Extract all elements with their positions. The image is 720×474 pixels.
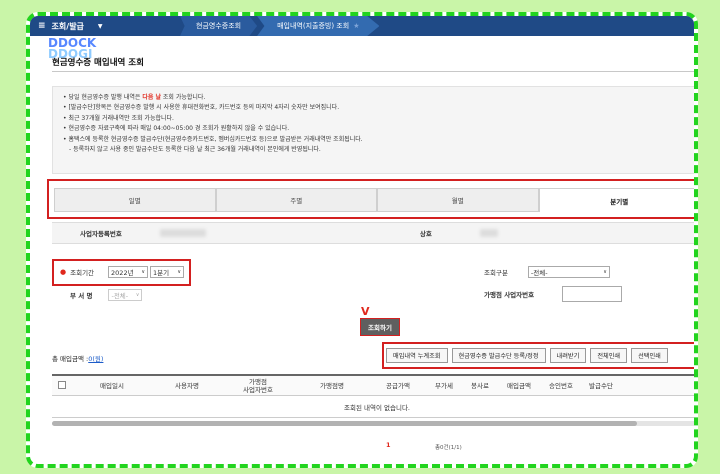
select-all-checkbox[interactable] bbox=[58, 380, 66, 389]
company-value bbox=[479, 229, 498, 237]
cumulative-query-button[interactable]: 매입내역 누계조회 bbox=[386, 348, 448, 363]
table-header: 매입일시 사용자명 가맹점 사업자번호 가맹점명 공급가액 부가세 봉사료 매입금액 승인번호 발… bbox=[52, 374, 694, 396]
required-icon: ● bbox=[60, 268, 67, 276]
search-button[interactable]: 조회하기 bbox=[360, 318, 400, 336]
chevron-down-icon: ∨ bbox=[603, 269, 607, 275]
column-header: 매입일시 bbox=[100, 381, 124, 390]
year-select[interactable]: 2022년 ∨ bbox=[108, 266, 149, 278]
breadcrumb-label: 현금영수증조회 bbox=[196, 22, 242, 30]
annotation-mark: V bbox=[361, 305, 370, 318]
page-total: 총0건(1/1) bbox=[435, 445, 462, 451]
biz-no-label: 사업자등록번호 bbox=[80, 230, 122, 238]
notice-item: • 홈택스에 등록한 현금영수증 발급수단(현금영수증카드번호, 멤버십카드번호… bbox=[63, 135, 363, 143]
hamburger-icon[interactable]: ≡ bbox=[38, 21, 46, 31]
tab-daily[interactable]: 일별 bbox=[54, 188, 216, 212]
notice-item: • 현금영수증 자료구축에 따라 매일 04:00~05:00 경 조회가 원활… bbox=[63, 125, 290, 133]
notice-item: • 당일 현금영수증 발행 내역은 다음 날 조회 가능합니다. bbox=[63, 94, 206, 101]
type-select[interactable]: -전체- ∨ bbox=[527, 266, 610, 278]
total-amount-label: 총 매입금액 : bbox=[52, 355, 89, 363]
title-divider bbox=[52, 71, 694, 72]
download-button[interactable]: 내려받기 bbox=[549, 348, 587, 363]
column-header: 가맹점 사업자번호 bbox=[243, 377, 273, 394]
notice-item: - 등록하지 않고 사용 중인 발급수단도 등록한 다음 날 최근 36개월 거… bbox=[63, 145, 689, 155]
notice-item: • 최근 37개월 거래내역만 조회 가능합니다. bbox=[63, 114, 174, 122]
business-info-row: 사업자등록번호 상호 bbox=[52, 222, 694, 244]
breadcrumb-label: 매입내역(지출증빙) 조회 bbox=[277, 22, 350, 30]
total-amount: 총 매입금액 :0(원) bbox=[52, 353, 103, 363]
dept-select[interactable]: -전체- ∨ bbox=[108, 289, 143, 301]
chevron-down-icon: ∨ bbox=[177, 269, 182, 275]
notice-text: 현금영수증 자료구축에 따라 매일 04:00~05:00 경 조회가 원활하지… bbox=[68, 125, 290, 133]
notice-list: • 당일 현금영수증 발행 내역은 다음 날 조회 가능합니다. • [발급수단]… bbox=[63, 93, 689, 155]
notice-text: 당일 현금영수증 발행 내역은 bbox=[68, 94, 143, 101]
top-navigation-bar: ≡ 조회/발급 ▼ 현금영수증조회 매입내역(지출증빙) 조회 ★ bbox=[30, 16, 694, 36]
star-icon[interactable]: ★ bbox=[353, 22, 359, 30]
tab-monthly[interactable]: 월별 bbox=[377, 188, 539, 212]
chevron-down-icon: ∨ bbox=[141, 269, 146, 275]
breadcrumb-purchase-history[interactable]: 매입내역(지출증빙) 조회 ★ bbox=[257, 16, 380, 36]
column-header: 공급가액 bbox=[386, 381, 410, 390]
column-header: 매입금액 bbox=[507, 381, 531, 390]
column-header: 봉사료 bbox=[471, 381, 489, 390]
notice-text: - 등록하지 않고 사용 중인 발급수단도 등록한 다음 날 최근 36개월 거… bbox=[69, 146, 321, 154]
tab-quarterly[interactable]: 분기별 bbox=[538, 188, 694, 212]
quarter-select[interactable]: 1분기 ∨ bbox=[150, 266, 185, 278]
horizontal-scrollbar[interactable] bbox=[52, 421, 694, 426]
dept-select-value: -전체- bbox=[111, 292, 129, 300]
merchant-label: 가맹점 사업자번호 bbox=[484, 291, 535, 299]
breadcrumb-cash-receipt[interactable]: 현금영수증조회 bbox=[180, 16, 258, 36]
action-buttons: 매입내역 누계조회 현금영수증 발급수단 등록/정정 내려받기 전체인쇄 선택인쇄 bbox=[386, 348, 668, 363]
dept-field: 부 서 명 -전체- ∨ bbox=[70, 289, 143, 301]
total-amount-link[interactable]: 0(원) bbox=[88, 355, 103, 363]
app-window: ≡ 조회/발급 ▼ 현금영수증조회 매입내역(지출증빙) 조회 ★ DDOCK … bbox=[26, 12, 698, 468]
chevron-down-icon: ∨ bbox=[135, 292, 140, 298]
notice-text: 조회 가능합니다. bbox=[160, 94, 206, 101]
tab-weekly[interactable]: 주별 bbox=[215, 188, 377, 212]
scrollbar-thumb[interactable] bbox=[52, 421, 637, 426]
type-select-value: -전체- bbox=[530, 269, 548, 277]
merchant-input[interactable] bbox=[562, 286, 623, 302]
page-number-current[interactable]: 1 bbox=[386, 441, 391, 449]
period-field: ● 조회기간 2022년 ∨ 1분기 ∨ bbox=[60, 266, 185, 278]
table-empty-message: 조회된 내역이 없습니다. bbox=[52, 396, 694, 418]
select-all-cell bbox=[52, 380, 72, 391]
notice-item: • [발급수단]항목은 현금영수증 발행 시 사용한 휴대전화번호, 카드번호 … bbox=[63, 104, 340, 112]
type-field: 조회구분 -전체- ∨ bbox=[484, 266, 610, 278]
quarter-select-value: 1분기 bbox=[153, 269, 170, 277]
company-label: 상호 bbox=[419, 230, 432, 238]
print-selected-button[interactable]: 선택인쇄 bbox=[631, 348, 668, 363]
biz-no-value bbox=[159, 229, 206, 237]
notice-text: [발급수단]항목은 현금영수증 발행 시 사용한 휴대전화번호, 카드번호 등의… bbox=[68, 104, 340, 112]
menu-title-label: 조회/발급 bbox=[51, 21, 84, 31]
period-label: 조회기간 bbox=[70, 269, 95, 277]
column-header: 부가세 bbox=[435, 381, 453, 390]
caret-down-icon[interactable]: ▼ bbox=[98, 23, 103, 30]
period-tabs: 일별 주별 월별 분기별 bbox=[54, 188, 694, 212]
notice-text: 홈택스에 등록한 현금영수증 발급수단(현금영수증카드번호, 멤버십카드번호 등… bbox=[68, 135, 363, 143]
merchant-field: 가맹점 사업자번호 bbox=[484, 286, 623, 302]
type-label: 조회구분 bbox=[484, 269, 508, 277]
column-header: 사용자명 bbox=[175, 381, 199, 390]
column-header: 승인번호 bbox=[549, 381, 573, 390]
year-select-value: 2022년 bbox=[111, 269, 134, 277]
column-header: 가맹점명 bbox=[320, 381, 344, 390]
menu-button[interactable]: ≡ 조회/발급 ▼ bbox=[30, 21, 180, 32]
notice-highlight: 다음 날 bbox=[142, 94, 161, 101]
print-all-button[interactable]: 전체인쇄 bbox=[590, 348, 628, 363]
notice-text: 최근 37개월 거래내역만 조회 가능합니다. bbox=[68, 114, 174, 122]
column-header: 발급수단 bbox=[589, 381, 613, 390]
register-payment-method-button[interactable]: 현금영수증 발급수단 등록/정정 bbox=[451, 348, 546, 363]
notice-box: • 당일 현금영수증 발행 내역은 다음 날 조회 가능합니다. • [발급수단]… bbox=[52, 86, 694, 174]
page-title: 현금영수증 매입내역 조회 bbox=[52, 58, 144, 68]
dept-label: 부 서 명 bbox=[70, 292, 93, 300]
